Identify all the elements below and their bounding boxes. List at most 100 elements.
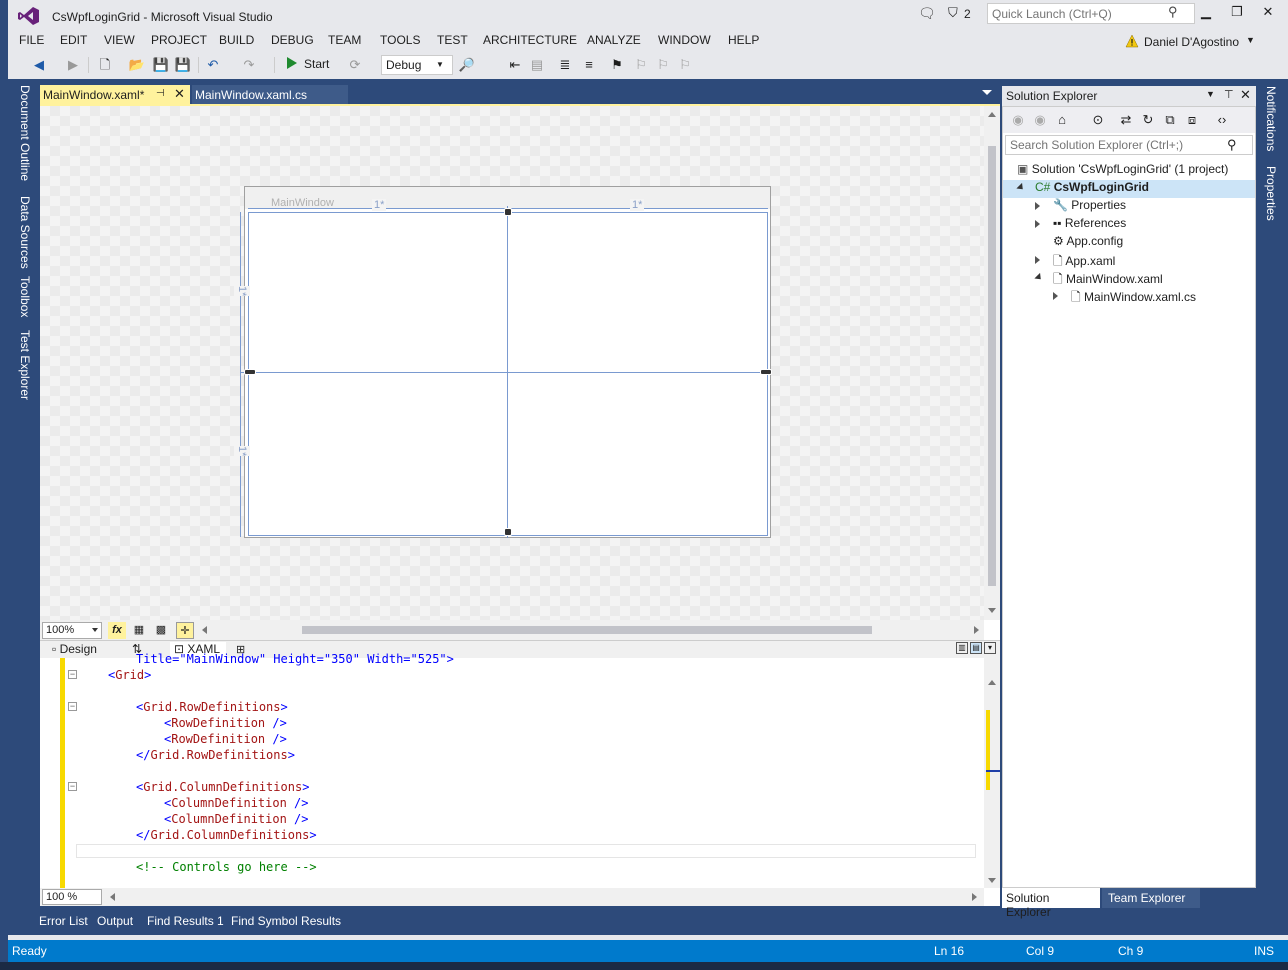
- restore-button[interactable]: ❐: [1225, 4, 1249, 24]
- row-1-size[interactable]: 1*: [234, 286, 250, 297]
- scrollbar-thumb[interactable]: [988, 146, 996, 586]
- back-icon[interactable]: ◀: [30, 56, 48, 74]
- menu-build[interactable]: BUILD: [219, 33, 254, 47]
- menu-analyze[interactable]: ANALYZE: [587, 33, 641, 47]
- menu-debug[interactable]: DEBUG: [271, 33, 314, 47]
- pending-changes-filter-icon[interactable]: ⊙: [1089, 111, 1107, 129]
- close-button[interactable]: ✕: [1256, 4, 1280, 24]
- tab-overflow-icon[interactable]: [982, 90, 992, 95]
- signed-in-user[interactable]: Daniel D'Agostino: [1144, 35, 1239, 49]
- snap-snaplines-icon[interactable]: ✛: [176, 622, 194, 639]
- chevron-down-icon[interactable]: ▼: [1246, 35, 1255, 45]
- vertical-split-icon[interactable]: ▥: [956, 642, 968, 654]
- collapse-pane-icon[interactable]: ▾: [984, 642, 996, 654]
- scroll-down-icon[interactable]: [988, 608, 996, 613]
- show-all-files-icon[interactable]: ⧈: [1183, 111, 1201, 129]
- chevron-down-icon[interactable]: [92, 628, 98, 632]
- collapse-all-icon[interactable]: ⧉: [1161, 111, 1179, 129]
- view-code-icon[interactable]: ‹›: [1213, 111, 1231, 129]
- bookmark-icon[interactable]: ⚑: [608, 56, 626, 74]
- find-in-files-icon[interactable]: 🔎: [458, 56, 476, 74]
- outdent-icon[interactable]: ≣: [556, 56, 574, 74]
- menu-test[interactable]: TEST: [437, 33, 468, 47]
- home-icon[interactable]: ⌂: [1053, 111, 1071, 129]
- scroll-up-icon[interactable]: [988, 112, 996, 117]
- warning-icon[interactable]: [1125, 34, 1139, 48]
- horizontal-split-icon[interactable]: ▤: [970, 642, 982, 654]
- tool-tab-toolbox[interactable]: Toolbox: [18, 276, 32, 317]
- tree-item-mainwindow-xaml[interactable]: 🗋 MainWindow.xaml: [1053, 270, 1163, 288]
- fx-toggle-button[interactable]: fx: [108, 622, 126, 639]
- menu-project[interactable]: PROJECT: [151, 33, 207, 47]
- column-1-size[interactable]: 1*: [372, 199, 387, 211]
- tool-tab-test-explorer[interactable]: Test Explorer: [18, 330, 32, 400]
- forward-icon[interactable]: ◉: [1031, 111, 1049, 129]
- expander-open-icon[interactable]: [1034, 272, 1044, 283]
- tab-mainwindow-xaml[interactable]: MainWindow.xaml*: [40, 85, 190, 105]
- menu-edit[interactable]: EDIT: [60, 33, 87, 47]
- tab-error-list[interactable]: Error List: [39, 914, 88, 928]
- scroll-left-icon[interactable]: [110, 893, 115, 901]
- tree-item-references[interactable]: ▪▪ References: [1053, 216, 1126, 234]
- notification-flag-icon[interactable]: ⛉: [948, 5, 958, 21]
- save-icon[interactable]: 💾: [152, 56, 170, 74]
- design-surface[interactable]: MainWindow 1* 1* 1* 1*: [40, 106, 984, 620]
- start-button[interactable]: Start: [304, 57, 329, 71]
- undo-icon[interactable]: ↶: [204, 56, 222, 74]
- attach-icon[interactable]: ⟳: [346, 56, 364, 74]
- prev-bookmark-icon[interactable]: ⚐: [632, 56, 650, 74]
- design-pane-tab[interactable]: ▫ Design: [52, 642, 97, 656]
- code-zoom-select[interactable]: 100 %: [42, 889, 102, 905]
- tab-find-results-1[interactable]: Find Results 1: [147, 914, 224, 928]
- scroll-up-icon[interactable]: [988, 680, 996, 685]
- menu-help[interactable]: HELP: [728, 33, 759, 47]
- collapse-icon[interactable]: −: [68, 702, 77, 711]
- menu-window[interactable]: WINDOW: [658, 33, 711, 47]
- menu-view[interactable]: VIEW: [104, 33, 135, 47]
- pin-icon[interactable]: ⊣: [156, 88, 165, 99]
- column-splitter-handle[interactable]: [504, 208, 512, 216]
- menu-file[interactable]: FILE: [19, 33, 44, 47]
- new-project-icon[interactable]: 🗋: [96, 56, 114, 74]
- search-icon[interactable]: ⚲: [1168, 4, 1178, 20]
- tab-find-symbol-results[interactable]: Find Symbol Results: [231, 914, 341, 928]
- search-icon[interactable]: ⚲: [1227, 137, 1237, 153]
- sync-icon[interactable]: ⇄: [1117, 111, 1135, 129]
- quick-launch-input[interactable]: [987, 3, 1195, 24]
- refresh-icon[interactable]: ↻: [1139, 111, 1157, 129]
- tool-tab-notifications[interactable]: Notifications: [1264, 86, 1278, 151]
- tab-mainwindow-xaml-cs[interactable]: MainWindow.xaml.cs: [192, 85, 348, 105]
- scroll-down-icon[interactable]: [988, 878, 996, 883]
- collapse-icon[interactable]: −: [68, 670, 77, 679]
- tree-item-app-xaml[interactable]: 🗋 App.xaml: [1053, 252, 1115, 270]
- tab-team-explorer[interactable]: Team Explorer: [1102, 888, 1200, 908]
- notification-count[interactable]: 2: [964, 7, 971, 21]
- forward-icon[interactable]: ▶: [64, 56, 82, 74]
- tab-solution-explorer[interactable]: Solution Explorer: [1002, 888, 1100, 919]
- clear-bookmarks-icon[interactable]: ⚐: [676, 56, 694, 74]
- tree-item-mainwindow-xaml-cs[interactable]: 🗋 MainWindow.xaml.cs: [1071, 288, 1196, 306]
- indent-icon[interactable]: ≡: [580, 56, 598, 74]
- pin-icon[interactable]: ⊤: [1224, 88, 1234, 101]
- row-splitter-handle[interactable]: [244, 369, 256, 375]
- expander-closed-icon[interactable]: [1053, 292, 1058, 300]
- start-icon[interactable]: [287, 57, 297, 69]
- expander-closed-icon[interactable]: [1035, 256, 1040, 264]
- snap-gridlines-icon[interactable]: ▩: [152, 622, 170, 639]
- solution-explorer-search-input[interactable]: [1005, 135, 1253, 155]
- tree-item-app-config[interactable]: ⚙ App.config: [1053, 234, 1123, 252]
- menu-tools[interactable]: TOOLS: [380, 33, 420, 47]
- menu-team[interactable]: TEAM: [328, 33, 361, 47]
- close-icon[interactable]: ✕: [1240, 87, 1251, 103]
- column-splitter-handle[interactable]: [504, 528, 512, 536]
- chevron-down-icon[interactable]: ▼: [1206, 89, 1215, 99]
- solution-node[interactable]: ▣ Solution 'CsWpfLoginGrid' (1 project): [1017, 162, 1228, 180]
- xaml-code-pane[interactable]: Title="MainWindow" Height="350" Width="5…: [40, 652, 984, 888]
- row-splitter-handle[interactable]: [760, 369, 772, 375]
- grid-toggle-icon[interactable]: ▦: [130, 622, 148, 639]
- designer-horizontal-scrollbar-thumb[interactable]: [302, 626, 872, 634]
- open-file-icon[interactable]: 📂: [128, 56, 146, 74]
- expander-closed-icon[interactable]: [1035, 202, 1040, 210]
- scroll-right-icon[interactable]: [972, 893, 977, 901]
- tool-tab-data-sources[interactable]: Data Sources: [18, 196, 32, 269]
